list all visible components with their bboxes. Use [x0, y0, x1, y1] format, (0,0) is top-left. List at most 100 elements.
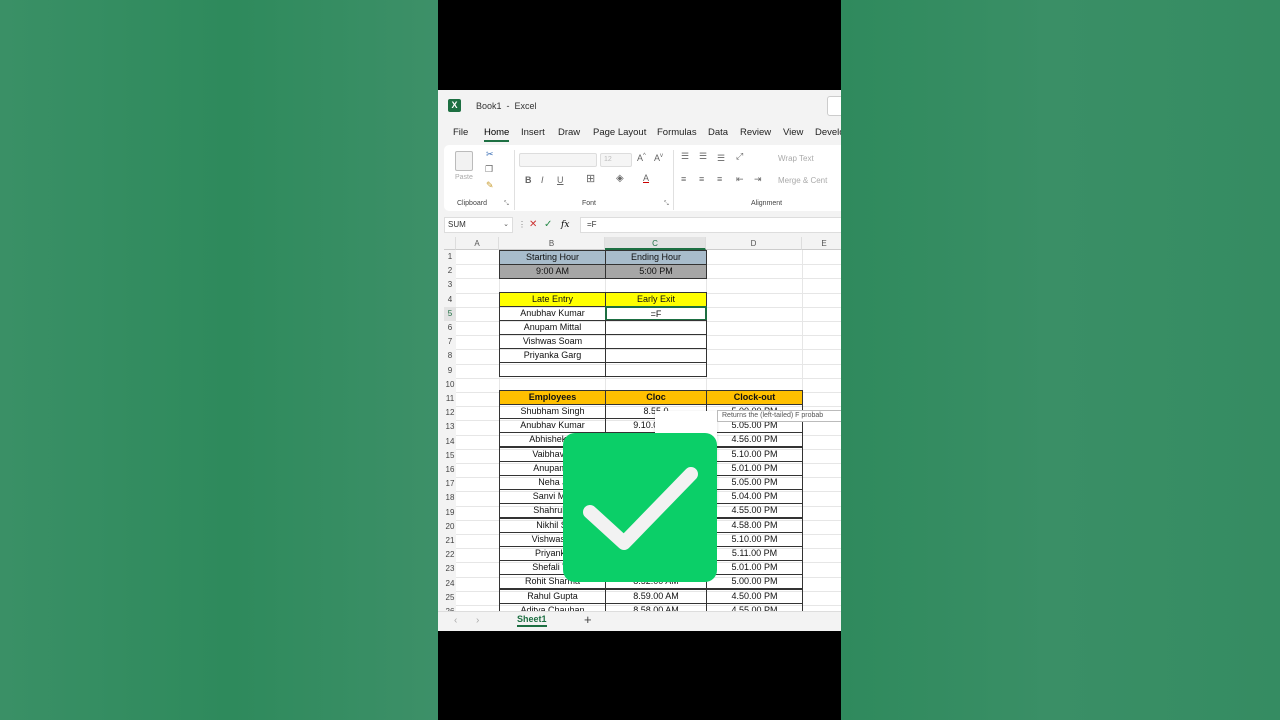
employee-cell-out[interactable]: 5.10.00 PM — [706, 531, 803, 547]
row-header-5[interactable]: 5 — [444, 306, 456, 321]
cell-c9[interactable] — [605, 362, 707, 377]
cell-b4[interactable]: Late Entry — [499, 292, 606, 307]
align-left-icon[interactable]: ≡ — [681, 175, 686, 184]
merge-center-button[interactable]: Merge & Cent — [778, 176, 827, 185]
row-header-8[interactable]: 8 — [444, 349, 456, 364]
chevron-right-icon[interactable]: › — [476, 615, 479, 626]
cell-b5[interactable]: Anubhav Kumar — [499, 306, 606, 321]
select-all-corner[interactable] — [444, 237, 456, 250]
employee-cell-in[interactable]: 8.58.00 AM — [605, 602, 707, 611]
add-sheet-button[interactable]: + — [584, 612, 592, 627]
font-size-field[interactable]: 12 — [600, 153, 632, 167]
align-right-icon[interactable]: ≡ — [717, 175, 722, 184]
employee-cell-out[interactable]: 4.56.00 PM — [706, 432, 803, 448]
clipboard-launcher-icon[interactable]: ⤡ — [504, 201, 509, 207]
bold-button[interactable]: B — [525, 176, 532, 185]
employee-cell-out[interactable]: 5.10.00 PM — [706, 446, 803, 462]
format-painter-icon[interactable]: ✎ — [486, 181, 494, 190]
row-header-7[interactable]: 7 — [444, 335, 456, 350]
cell-d11[interactable]: Clock-out — [706, 390, 803, 405]
tab-data[interactable]: Data — [708, 127, 728, 138]
enter-icon[interactable]: ✓ — [544, 218, 552, 232]
row-header-23[interactable]: 23 — [444, 562, 456, 577]
tab-file[interactable]: File — [453, 127, 468, 138]
cell-b1[interactable]: Starting Hour — [499, 250, 606, 265]
cell-b8[interactable]: Priyanka Garg — [499, 348, 606, 363]
fill-color-icon[interactable]: ◈ — [616, 174, 624, 184]
font-launcher-icon[interactable]: ⤡ — [664, 201, 669, 207]
search-box[interactable] — [827, 96, 841, 116]
row-header-22[interactable]: 22 — [444, 548, 456, 563]
align-top-icon[interactable]: ☰ — [681, 152, 689, 161]
row-header-2[interactable]: 2 — [444, 264, 456, 279]
cell-c1[interactable]: Ending Hour — [605, 250, 707, 265]
employee-cell-out[interactable]: 5.01.00 PM — [706, 560, 803, 576]
cell-c8[interactable] — [605, 348, 707, 363]
tab-draw[interactable]: Draw — [558, 127, 580, 138]
align-center-icon[interactable]: ≡ — [699, 175, 704, 184]
employee-cell-out[interactable]: 5.01.00 PM — [706, 460, 803, 476]
employee-cell-out[interactable]: 4.50.00 PM — [706, 588, 803, 604]
employee-cell-out[interactable]: 5.05.00 PM — [706, 475, 803, 490]
tab-review[interactable]: Review — [740, 127, 771, 138]
employee-cell-out[interactable]: 4.55.00 PM — [706, 602, 803, 611]
row-header-25[interactable]: 25 — [444, 590, 456, 605]
italic-button[interactable]: I — [541, 176, 544, 185]
cell-b7[interactable]: Vishwas Soam — [499, 334, 606, 349]
chevron-down-icon[interactable]: ⌄ — [503, 218, 509, 232]
employee-cell-name[interactable]: Aditya Chauhan — [499, 602, 606, 611]
employee-cell-out[interactable]: 5.11.00 PM — [706, 546, 803, 561]
insert-function-icon[interactable]: fx — [561, 218, 569, 232]
employee-cell-out[interactable]: 5.00.00 PM — [706, 574, 803, 590]
cell-b2[interactable]: 9:00 AM — [499, 264, 606, 279]
employee-cell-out[interactable]: 4.58.00 PM — [706, 517, 803, 533]
row-header-16[interactable]: 16 — [444, 463, 456, 478]
column-header-a[interactable]: A — [456, 237, 499, 250]
more-icon[interactable]: ⋮ — [518, 218, 526, 232]
align-middle-icon[interactable]: ☰ — [699, 152, 707, 161]
cell-c5-active[interactable]: =F — [605, 306, 707, 321]
employee-cell-name[interactable]: Rahul Gupta — [499, 588, 606, 604]
employee-cell-in[interactable]: 8.59.00 AM — [605, 588, 707, 604]
row-header-11[interactable]: 11 — [444, 392, 456, 407]
increase-font-icon[interactable]: A^ — [637, 153, 646, 163]
sheet-tab-sheet1[interactable]: Sheet1 — [517, 614, 547, 627]
row-header-9[interactable]: 9 — [444, 363, 456, 378]
increase-indent-icon[interactable]: ⇥ — [754, 175, 762, 184]
cell-b9[interactable] — [499, 362, 606, 377]
employee-cell-out[interactable]: 4.55.00 PM — [706, 503, 803, 519]
column-header-e[interactable]: E — [802, 237, 841, 250]
wrap-text-button[interactable]: Wrap Text — [778, 154, 814, 163]
tab-home[interactable]: Home — [484, 127, 510, 142]
orientation-icon[interactable]: ⤢ — [736, 152, 743, 161]
cell-b11[interactable]: Employees — [499, 390, 606, 405]
tab-view[interactable]: View — [783, 127, 803, 138]
borders-icon[interactable]: ⊞ — [586, 174, 595, 185]
row-header-15[interactable]: 15 — [444, 448, 456, 463]
formula-input[interactable]: =F — [580, 217, 841, 233]
name-box[interactable]: SUM ⌄ — [444, 217, 513, 233]
cell-c6[interactable] — [605, 320, 707, 335]
chevron-left-icon[interactable]: ‹ — [454, 615, 457, 626]
tab-page-layout[interactable]: Page Layout — [593, 127, 646, 138]
row-header-10[interactable]: 10 — [444, 377, 456, 392]
column-header-d[interactable]: D — [706, 237, 802, 250]
cell-b6[interactable]: Anupam Mittal — [499, 320, 606, 335]
row-header-13[interactable]: 13 — [444, 420, 456, 435]
tab-insert[interactable]: Insert — [521, 127, 545, 138]
cell-c4[interactable]: Early Exit — [605, 292, 707, 307]
font-name-field[interactable] — [519, 153, 597, 167]
row-header-24[interactable]: 24 — [444, 576, 456, 591]
row-header-17[interactable]: 17 — [444, 477, 456, 492]
row-header-1[interactable]: 1 — [444, 250, 456, 265]
employee-cell-name[interactable]: Shubham Singh — [499, 404, 606, 419]
copy-icon[interactable]: ❐ — [485, 165, 493, 174]
row-header-19[interactable]: 19 — [444, 505, 456, 520]
font-color-icon[interactable]: A — [643, 174, 649, 183]
row-header-18[interactable]: 18 — [444, 491, 456, 506]
cell-c7[interactable] — [605, 334, 707, 349]
underline-button[interactable]: U — [557, 176, 564, 185]
column-header-b[interactable]: B — [499, 237, 605, 250]
row-header-3[interactable]: 3 — [444, 278, 456, 293]
row-header-6[interactable]: 6 — [444, 321, 456, 336]
